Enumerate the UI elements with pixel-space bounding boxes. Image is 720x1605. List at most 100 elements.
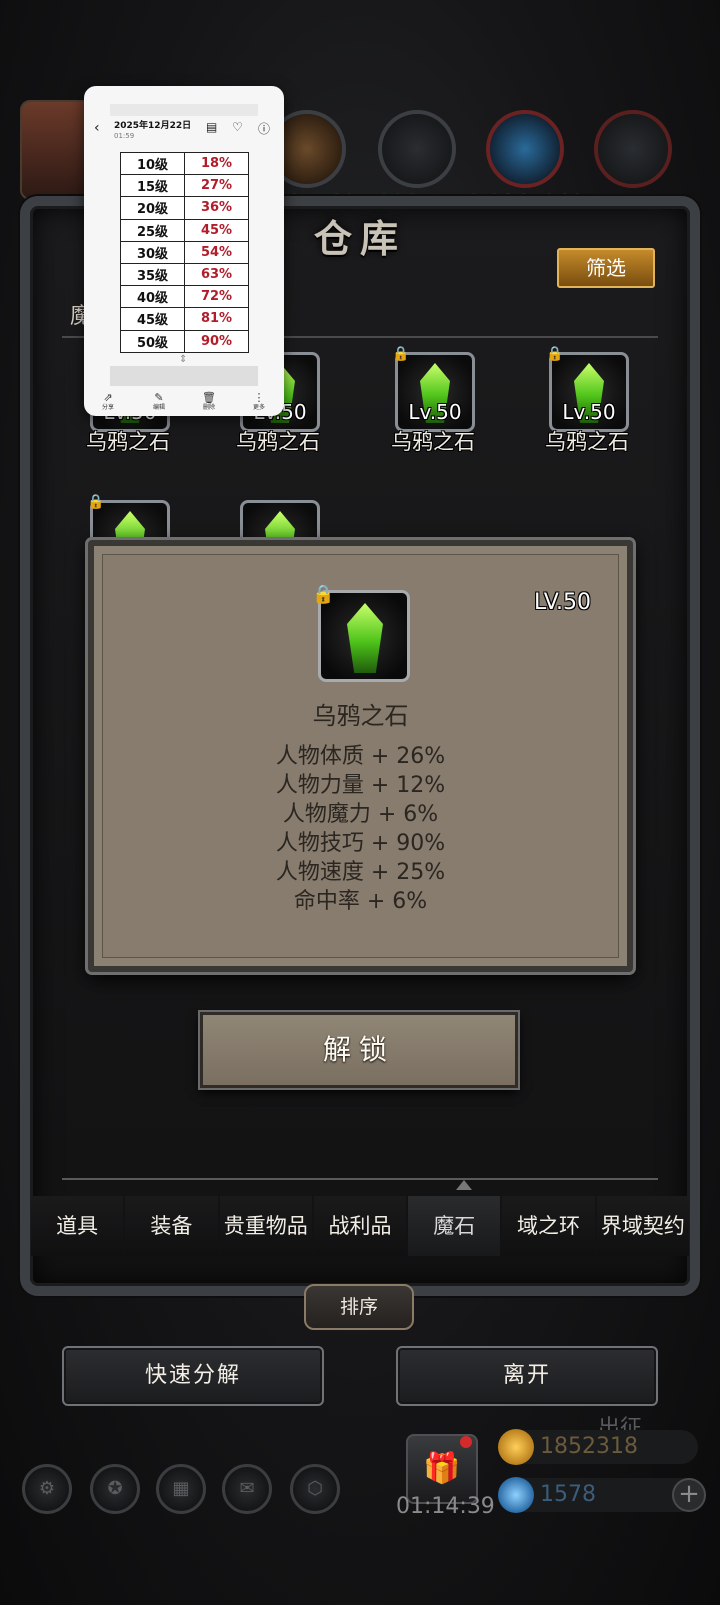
percent-cell: 36% <box>184 196 249 220</box>
game-screen: 01160 1808 1758 2367368 仓库 筛选 魔 Lv.50 乌鸦… <box>0 0 720 1605</box>
gem-value: 1578 <box>540 1482 596 1507</box>
item-level: Lv.50 <box>408 400 462 424</box>
screenshot-preview-card[interactable]: ‹ 2025年12月22日 01:59 ▤ ♡ ⓘ 10级 18% 15级 27% … <box>84 86 284 416</box>
table-row: 30级 54% <box>120 240 249 264</box>
hud-box-icon[interactable]: ⬡ <box>290 1464 340 1514</box>
gift-timer: 01:14:39 <box>396 1494 495 1519</box>
percent-cell: 45% <box>184 218 249 242</box>
heart-icon[interactable]: ♡ <box>232 120 243 134</box>
percent-cell: 63% <box>184 262 249 287</box>
stat-line: 人物体质 + 26% <box>275 744 446 769</box>
level-cell: 20级 <box>120 196 185 220</box>
scroll-handle-icon[interactable]: ⇕ <box>179 354 189 374</box>
tab-equipment[interactable]: 装备 <box>125 1196 218 1256</box>
level-cell: 45级 <box>120 307 185 331</box>
percent-cell: 72% <box>184 285 249 309</box>
level-percent-table: 10级 18% 15级 27% 20级 36% 25级 45% 30级 54% 35级 63… <box>120 151 249 353</box>
stat-line: 人物力量 + 12% <box>275 773 446 798</box>
tab-valuables[interactable]: 贵重物品 <box>219 1196 312 1256</box>
percent-cell: 90% <box>184 329 249 353</box>
category-tabs: 道具 装备 贵重物品 战利品 魔石 域之环 界域契约 <box>30 1196 690 1256</box>
lock-icon: 🔒 <box>392 346 410 362</box>
table-row: 25级 45% <box>120 218 249 242</box>
more-label: 更多 <box>252 404 265 411</box>
gem-icon <box>347 603 383 673</box>
stat-line: 人物技巧 + 90% <box>275 831 446 856</box>
blue-gem-icon <box>498 1477 534 1513</box>
edit-label: 编辑 <box>152 404 165 411</box>
stat-line: 命中率 + 6% <box>293 889 428 914</box>
stat-line: 人物魔力 + 6% <box>282 802 439 827</box>
sort-button[interactable]: 排序 <box>304 1284 414 1330</box>
item-detail-popup: 🔒 LV.50 乌鸦之石 人物体质 + 26% 人物力量 + 12% 人物魔力 … <box>88 540 633 972</box>
info-icon[interactable]: ⓘ <box>258 120 270 137</box>
detail-level: LV.50 <box>533 590 591 615</box>
tab-loot[interactable]: 战利品 <box>313 1196 407 1256</box>
table-row: 40级 72% <box>120 285 249 309</box>
table-row: 50级 90% <box>120 329 249 353</box>
table-row: 10级 18% <box>120 151 249 176</box>
notification-dot <box>460 1436 472 1448</box>
unlock-button[interactable]: 解锁 <box>200 1012 518 1088</box>
hud-gear-icon[interactable]: ⚙ <box>22 1464 72 1514</box>
level-cell: 50级 <box>120 329 185 353</box>
level-cell: 40级 <box>120 285 185 309</box>
trash-icon: 🗑 <box>202 391 216 404</box>
bg-menu-icon-3 <box>486 110 564 188</box>
table-row: 20级 36% <box>120 196 249 220</box>
level-cell: 15级 <box>120 174 185 198</box>
tabs-divider <box>62 1178 658 1180</box>
gold-coin-icon <box>498 1429 534 1465</box>
item-level: Lv.50 <box>562 400 616 424</box>
add-currency-button[interactable]: + <box>672 1478 706 1512</box>
delete-button[interactable]: 🗑 删除 <box>189 392 229 412</box>
preview-top-strip <box>110 104 258 116</box>
hud-grid-icon[interactable]: ▦ <box>156 1464 206 1514</box>
tab-magic-stones[interactable]: 魔石 <box>408 1196 501 1256</box>
level-cell: 10级 <box>120 151 185 176</box>
leave-button[interactable]: 离开 <box>396 1346 658 1406</box>
inventory-item[interactable]: 🔒 Lv.50 乌鸦之石 <box>512 346 662 462</box>
preview-date: 2025年12月22日 <box>114 121 192 131</box>
percent-cell: 81% <box>184 307 249 331</box>
table-row: 35级 63% <box>120 262 249 287</box>
table-row: 15级 27% <box>120 174 249 198</box>
item-name: 乌鸦之石 <box>86 430 170 454</box>
table-row: 45级 81% <box>120 307 249 331</box>
tab-items[interactable]: 道具 <box>31 1196 124 1256</box>
stat-line: 人物速度 + 25% <box>275 860 446 885</box>
hud-star-icon[interactable]: ✪ <box>90 1464 140 1514</box>
item-name: 乌鸦之石 <box>391 430 475 454</box>
hud-mail-icon[interactable]: ✉ <box>222 1464 272 1514</box>
level-cell: 25级 <box>120 218 185 242</box>
delete-label: 删除 <box>202 404 215 411</box>
detail-item-name: 乌鸦之石 <box>312 702 409 730</box>
level-cell: 35级 <box>120 262 185 287</box>
edit-icon: ✎ <box>154 391 164 404</box>
percent-cell: 18% <box>184 151 249 176</box>
share-icon: ⇗ <box>103 391 113 404</box>
inventory-item[interactable]: 🔒 Lv.50 乌鸦之石 <box>358 346 508 462</box>
lock-icon: 🔒 <box>87 494 105 510</box>
edit-button[interactable]: ✎ 编辑 <box>139 392 179 412</box>
more-button[interactable]: ⋮ 更多 <box>239 392 279 412</box>
item-name: 乌鸦之石 <box>236 430 320 454</box>
detail-stats: 人物体质 + 26% 人物力量 + 12% 人物魔力 + 6% 人物技巧 + 9… <box>94 742 627 916</box>
lock-icon: 🔒 <box>312 584 335 605</box>
level-cell: 30级 <box>120 240 185 264</box>
tab-realm-contracts[interactable]: 界域契约 <box>596 1196 689 1256</box>
lock-icon: 🔒 <box>546 346 564 362</box>
bg-menu-icon-4 <box>594 110 672 188</box>
share-label: 分享 <box>101 404 114 411</box>
item-name: 乌鸦之石 <box>545 430 629 454</box>
preview-time: 01:59 <box>114 132 135 140</box>
gold-value: 1852318 <box>540 1434 638 1459</box>
percent-cell: 54% <box>184 240 249 264</box>
quick-decompose-button[interactable]: 快速分解 <box>62 1346 324 1406</box>
bg-menu-icon-2 <box>378 110 456 188</box>
back-icon[interactable]: ‹ <box>94 120 100 136</box>
tab-domain-rings[interactable]: 域之环 <box>502 1196 595 1256</box>
document-icon[interactable]: ▤ <box>206 120 217 134</box>
filter-button[interactable]: 筛选 <box>557 248 655 288</box>
share-button[interactable]: ⇗ 分享 <box>88 392 128 412</box>
